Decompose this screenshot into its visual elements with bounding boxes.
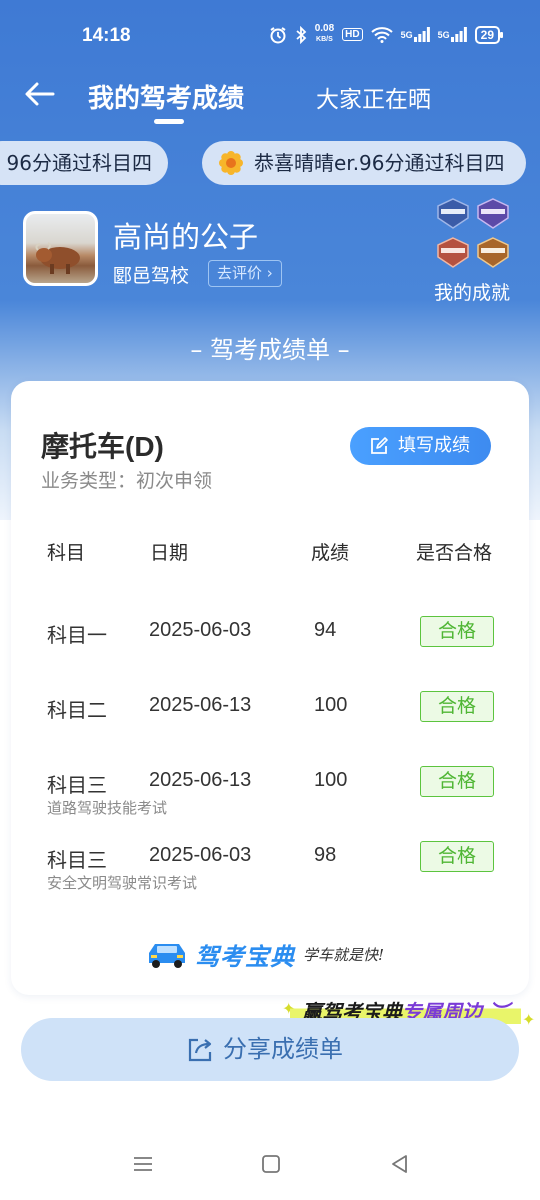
car-icon bbox=[149, 944, 185, 968]
flower-icon bbox=[219, 151, 243, 175]
row-date: 2025-06-03 bbox=[149, 619, 252, 641]
ticker-text: 96分通过科目四 bbox=[6, 151, 152, 175]
table-row: 科目一 2025-06-03 94 合格 bbox=[11, 616, 529, 679]
row-subject: 科目三 bbox=[47, 848, 107, 872]
table-row: 科目三 2025-06-13 100 合格 道路驾驶技能考试 bbox=[11, 766, 529, 829]
net-speed: 0.08 KB/S bbox=[314, 23, 335, 44]
brand-logo: 驾考宝典 学车就是快! bbox=[145, 936, 384, 972]
share-icon bbox=[188, 1038, 212, 1062]
wifi-icon bbox=[370, 26, 393, 43]
home-button[interactable] bbox=[259, 1152, 283, 1176]
row-score: 100 bbox=[314, 769, 348, 791]
column-header-score: 成绩 bbox=[311, 542, 350, 564]
edit-icon bbox=[371, 437, 388, 454]
signal-1-icon: 5G bbox=[401, 27, 430, 42]
fill-score-label: 填写成绩 bbox=[398, 435, 470, 456]
pass-badge: 合格 bbox=[420, 766, 494, 797]
row-subject: 科目三 bbox=[47, 773, 107, 797]
share-label: 分享成绩单 bbox=[223, 1035, 343, 1063]
driving-school-name: 郾邑驾校 bbox=[113, 265, 190, 287]
row-date: 2025-06-03 bbox=[149, 844, 252, 866]
row-subtitle: 安全文明驾驶常识考试 bbox=[47, 874, 198, 892]
pass-badge: 合格 bbox=[420, 616, 494, 647]
tab-my-scores[interactable]: 我的驾考成绩 bbox=[88, 78, 244, 115]
rate-label: 去评价 bbox=[217, 264, 263, 282]
status-bar: 14:18 0.08 KB/S HD 5G 5G 29 bbox=[0, 0, 540, 72]
ticker-text: 恭喜晴晴er.96分通过科目四 bbox=[254, 151, 505, 175]
header: 我的驾考成绩 大家正在晒 bbox=[0, 72, 540, 128]
brand-slogan: 学车就是快! bbox=[303, 945, 385, 964]
hd-badge: HD bbox=[342, 28, 363, 41]
menu-button[interactable] bbox=[131, 1152, 155, 1176]
column-header-subject: 科目 bbox=[47, 542, 86, 564]
battery-icon: 29 bbox=[474, 25, 504, 44]
row-date: 2025-06-13 bbox=[149, 769, 252, 791]
menu-icon bbox=[134, 1157, 152, 1171]
section-title: – 驾考成绩单 – bbox=[190, 336, 350, 364]
achievement-badges[interactable] bbox=[434, 196, 514, 274]
row-score: 98 bbox=[314, 844, 337, 866]
tab-indicator bbox=[154, 119, 184, 124]
signal-2-icon: 5G bbox=[438, 27, 467, 42]
table-row: 科目二 2025-06-13 100 合格 bbox=[11, 691, 529, 754]
rate-school-button[interactable]: 去评价 › bbox=[208, 260, 282, 287]
badge-icon bbox=[437, 198, 509, 268]
row-subtitle: 道路驾驶技能考试 bbox=[47, 799, 168, 817]
ticker-item[interactable]: 96分通过科目四 bbox=[0, 141, 168, 185]
alarm-icon bbox=[269, 26, 287, 44]
nav-back-button[interactable] bbox=[388, 1152, 412, 1176]
brand-name: 驾考宝典 bbox=[195, 942, 295, 971]
system-nav-bar bbox=[0, 1140, 540, 1200]
row-score: 94 bbox=[314, 619, 337, 641]
arrow-left-icon bbox=[25, 82, 55, 106]
user-name: 高尚的公子 bbox=[113, 220, 259, 254]
business-type: 业务类型：初次申领 bbox=[41, 470, 213, 492]
status-icons: 0.08 KB/S HD 5G 5G 29 bbox=[269, 23, 504, 45]
avatar-photo-icon bbox=[35, 242, 80, 274]
column-header-pass: 是否合格 bbox=[416, 542, 493, 564]
home-icon bbox=[262, 1155, 280, 1173]
chevron-right-icon: › bbox=[262, 264, 273, 282]
pass-badge: 合格 bbox=[420, 841, 494, 872]
row-score: 100 bbox=[314, 694, 348, 716]
fill-score-button[interactable]: 填写成绩 bbox=[350, 427, 491, 465]
ticker-item[interactable]: 恭喜晴晴er.96分通过科目四 bbox=[202, 141, 526, 185]
license-type: 摩托车(D) bbox=[41, 431, 164, 462]
table-row: 科目三 2025-06-03 98 合格 安全文明驾驶常识考试 bbox=[11, 841, 529, 904]
back-button[interactable] bbox=[22, 76, 58, 112]
share-scorecard-button[interactable]: 分享成绩单 bbox=[21, 1018, 519, 1081]
status-time: 14:18 bbox=[82, 25, 131, 46]
row-subject: 科目二 bbox=[47, 698, 107, 722]
row-date: 2025-06-13 bbox=[149, 694, 252, 716]
my-achievements-label[interactable]: 我的成就 bbox=[434, 278, 510, 305]
column-header-date: 日期 bbox=[150, 542, 189, 564]
bluetooth-icon bbox=[295, 25, 307, 44]
sparkle-icon: ✦ bbox=[522, 1010, 536, 1029]
avatar[interactable] bbox=[23, 211, 98, 286]
tab-everyone-sharing[interactable]: 大家正在晒 bbox=[316, 80, 431, 114]
score-card: 摩托车(D) 业务类型：初次申领 填写成绩 科目 日期 成绩 是否合格 科目一 … bbox=[11, 381, 529, 995]
pass-badge: 合格 bbox=[420, 691, 494, 722]
triangle-back-icon bbox=[392, 1155, 407, 1173]
row-subject: 科目一 bbox=[47, 623, 107, 647]
